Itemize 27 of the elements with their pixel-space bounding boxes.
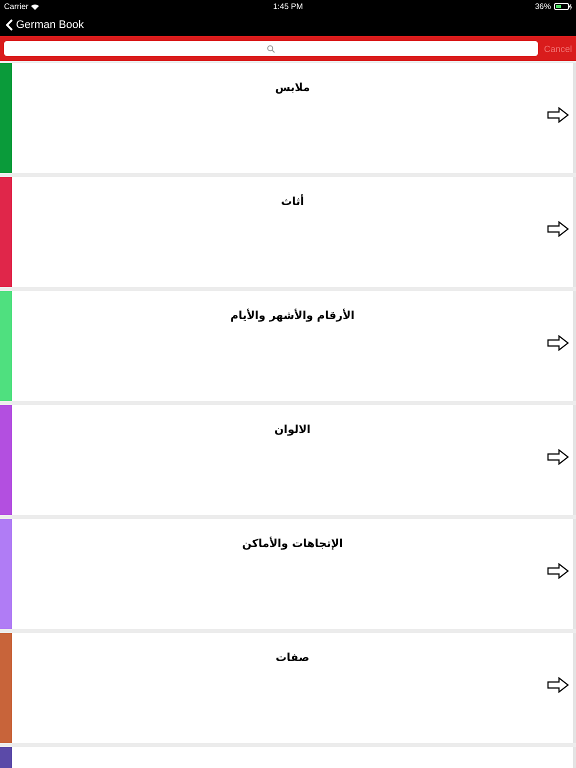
category-title: الإتجاهات والأماكن	[242, 537, 343, 550]
arrow-right-icon	[547, 677, 569, 693]
category-title: صفات	[276, 651, 310, 664]
category-row[interactable]: الإتجاهات والأماكن	[0, 519, 576, 629]
search-icon	[266, 44, 275, 52]
battery-icon	[554, 3, 572, 10]
arrow-right-icon	[547, 107, 569, 123]
arrow-right-icon	[547, 449, 569, 465]
search-field[interactable]	[4, 41, 538, 56]
status-time: 1:45 PM	[273, 2, 303, 11]
category-title: الالوان	[274, 423, 311, 436]
arrow-right-icon	[547, 335, 569, 351]
category-row[interactable]: ملابس	[0, 63, 576, 173]
category-title: أثاث	[280, 195, 304, 208]
back-button[interactable]: German Book	[6, 18, 84, 30]
battery-percent: 36%	[534, 2, 551, 11]
category-title: الأرقام والأشهر والأيام	[230, 309, 355, 322]
category-row[interactable]: الالوان	[0, 405, 576, 515]
back-chevron-icon	[6, 18, 13, 30]
category-title: ملابس	[275, 81, 310, 94]
category-row[interactable]: صفات	[0, 633, 576, 743]
arrow-right-icon	[547, 221, 569, 237]
carrier-name: Carrier	[4, 2, 28, 11]
category-row[interactable]: أثاث	[0, 177, 576, 287]
arrow-right-icon	[547, 563, 569, 579]
wifi-icon	[31, 4, 40, 10]
category-row[interactable]: الأرقام والأشهر والأيام	[0, 291, 576, 401]
